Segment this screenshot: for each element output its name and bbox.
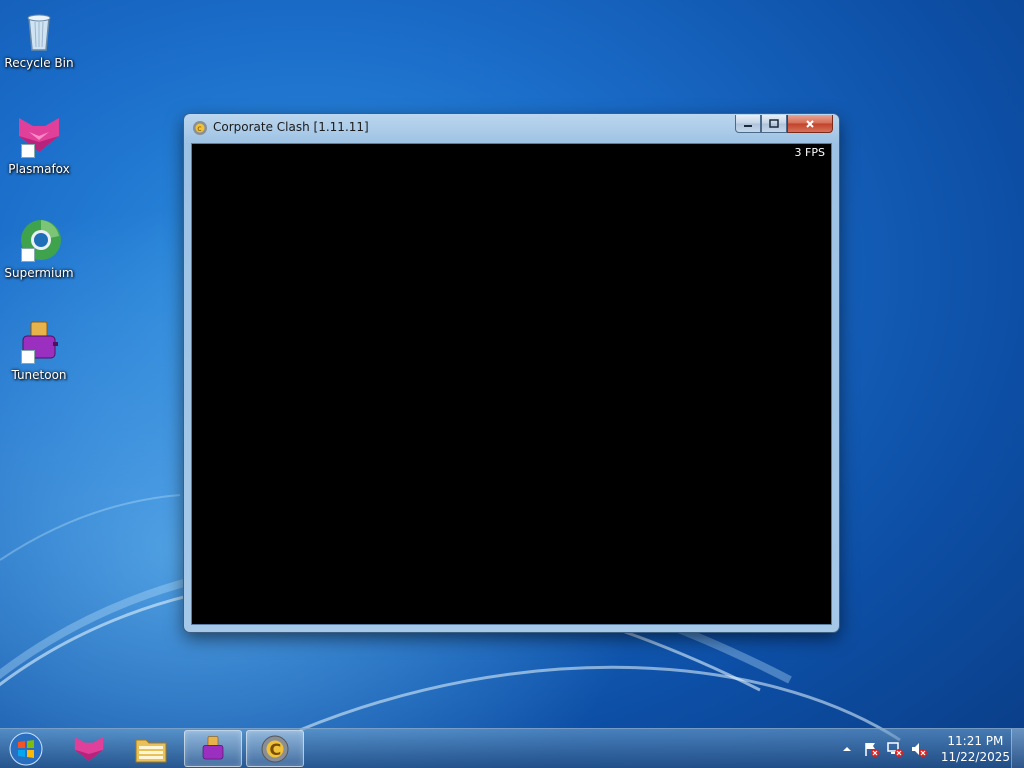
- clock-date: 11/22/2025: [940, 750, 1010, 764]
- taskbar-item-tunetoon[interactable]: [184, 730, 242, 767]
- desktop-icon-label: Plasmafox: [8, 162, 70, 176]
- system-tray: 11:21 PM 11/22/2025: [835, 729, 1010, 768]
- windows-logo-icon: [9, 732, 43, 766]
- file-explorer-icon: [135, 739, 167, 762]
- show-hidden-icons-button[interactable]: [839, 741, 855, 757]
- tunetoon-icon: [202, 735, 224, 759]
- desktop-icon-tunetoon[interactable]: Tunetoon: [4, 318, 74, 382]
- taskbar-item-file-explorer[interactable]: [122, 730, 180, 767]
- taskbar-item-plasmafox[interactable]: [60, 730, 118, 767]
- volume-muted-icon[interactable]: [911, 741, 927, 757]
- desktop: Recycle Bin Plasmafox Supermium Tunetoon…: [0, 0, 1024, 768]
- close-button[interactable]: [787, 115, 833, 133]
- window-titlebar[interactable]: c Corporate Clash [1.11.11]: [184, 114, 839, 142]
- shortcut-arrow-icon: [21, 144, 35, 158]
- show-desktop-button[interactable]: [1011, 729, 1024, 768]
- tunetoon-icon: [15, 318, 63, 366]
- desktop-icon-recycle-bin[interactable]: Recycle Bin: [4, 6, 74, 70]
- close-icon: [806, 119, 814, 128]
- start-button[interactable]: [6, 731, 46, 767]
- supermium-icon: [15, 216, 63, 264]
- network-icon[interactable]: [887, 741, 903, 757]
- caption-buttons: [735, 115, 833, 133]
- chevron-up-icon: [842, 747, 851, 751]
- svg-text:C: C: [270, 740, 282, 759]
- minimize-button[interactable]: [735, 115, 761, 133]
- recycle-bin-icon: [15, 6, 63, 54]
- window-title: Corporate Clash [1.11.11]: [213, 120, 369, 134]
- taskbar-item-corporate-clash[interactable]: C: [246, 730, 304, 767]
- desktop-icon-plasmafox[interactable]: Plasmafox: [4, 112, 74, 176]
- game-viewport[interactable]: 3 FPS: [191, 143, 832, 625]
- desktop-icon-label: Supermium: [4, 266, 74, 280]
- fps-counter: 3 FPS: [794, 146, 825, 159]
- svg-text:c: c: [197, 124, 201, 133]
- app-window[interactable]: c Corporate Clash [1.11.11] 3 FPS: [184, 114, 839, 632]
- corporate-clash-icon: C: [261, 735, 289, 762]
- maximize-icon: [769, 119, 779, 128]
- shortcut-arrow-icon: [21, 248, 35, 262]
- desktop-icon-supermium[interactable]: Supermium: [4, 216, 74, 280]
- desktop-icon-label: Recycle Bin: [4, 56, 74, 70]
- maximize-button[interactable]: [761, 115, 787, 133]
- action-center-icon[interactable]: [863, 741, 879, 757]
- desktop-icon-label: Tunetoon: [11, 368, 67, 382]
- plasmafox-icon: [74, 736, 104, 761]
- minimize-icon: [744, 124, 752, 127]
- plasmafox-icon: [15, 112, 63, 160]
- clock-time: 11:21 PM: [947, 734, 1004, 748]
- corporate-clash-icon: c: [192, 120, 208, 136]
- taskbar-clock[interactable]: 11:21 PM 11/22/2025: [941, 733, 1010, 765]
- taskbar: C 11:21 PM 11/22/2025: [0, 728, 1024, 768]
- shortcut-arrow-icon: [21, 350, 35, 364]
